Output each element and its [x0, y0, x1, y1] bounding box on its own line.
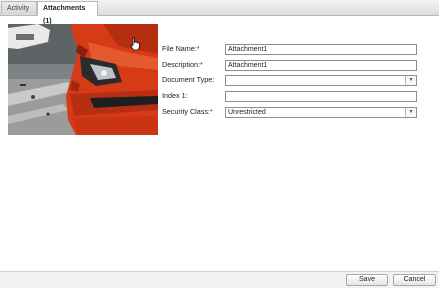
- tab-bar: Activity Attachments (1): [0, 0, 439, 25]
- file-name-input[interactable]: Attachment1: [225, 44, 417, 55]
- hand-cursor-icon: [130, 37, 140, 51]
- cancel-button[interactable]: Cancel: [393, 274, 436, 286]
- security-class-value: Unrestricted: [228, 109, 266, 116]
- description-input[interactable]: Attachment1: [225, 60, 417, 71]
- attachment-preview-image: [8, 24, 158, 135]
- description-label: Description:*: [162, 60, 203, 69]
- tab-activity[interactable]: Activity: [1, 1, 37, 14]
- document-type-label: Document Type:: [162, 75, 215, 84]
- index1-label: Index 1:: [162, 91, 188, 100]
- chevron-down-icon[interactable]: ▾: [405, 108, 416, 117]
- tab-attachments[interactable]: Attachments (1): [37, 1, 98, 25]
- save-button[interactable]: Save: [346, 274, 388, 286]
- file-name-label: File Name:*: [162, 44, 200, 53]
- document-type-select[interactable]: ▾: [225, 75, 417, 86]
- security-class-select[interactable]: Unrestricted ▾: [225, 107, 417, 118]
- dialog-footer: Save Cancel: [0, 271, 439, 288]
- index1-input[interactable]: [225, 91, 417, 102]
- chevron-down-icon[interactable]: ▾: [405, 76, 416, 85]
- security-class-label: Security Class:*: [162, 107, 213, 116]
